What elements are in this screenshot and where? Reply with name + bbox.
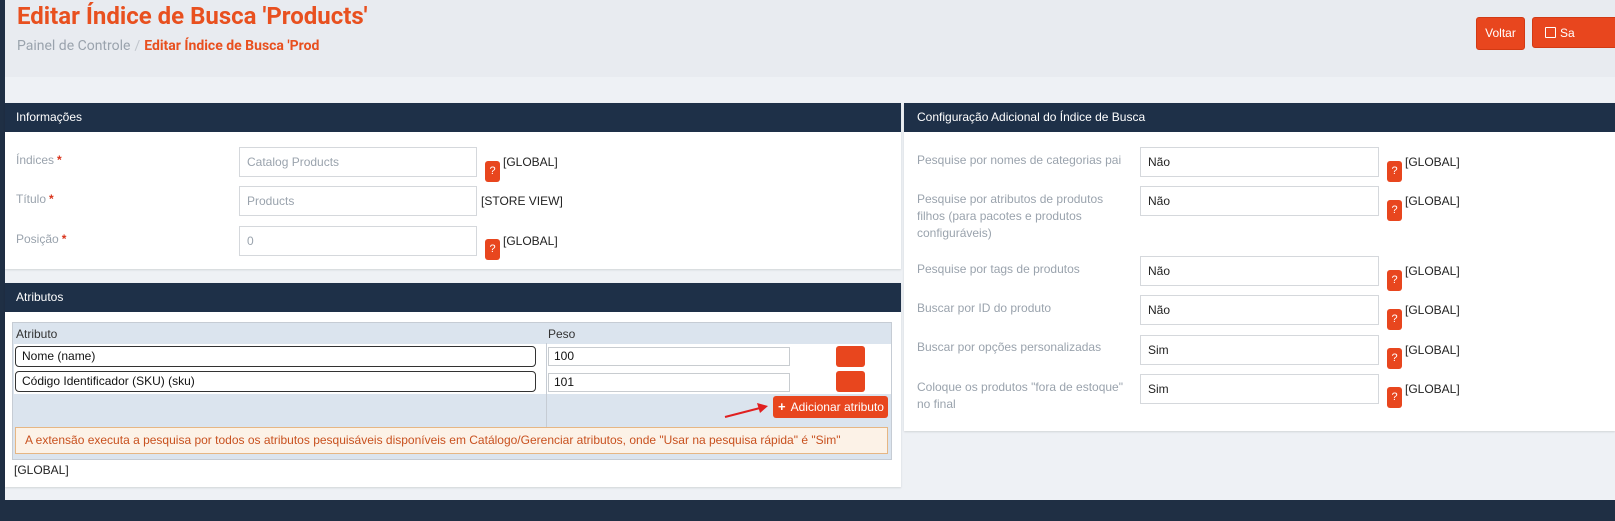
product-tags-select[interactable]: Não: [1140, 256, 1379, 286]
config-panel-title: Configuração Adicional do Índice de Busc…: [904, 103, 1615, 132]
red-arrow-annotation: [724, 403, 768, 418]
position-input[interactable]: 0: [239, 226, 477, 256]
parent-categories-scope: [GLOBAL]: [1405, 155, 1460, 169]
position-help-button[interactable]: ?: [485, 239, 500, 260]
weight-input[interactable]: 100: [548, 347, 790, 366]
title-scope: [STORE VIEW]: [481, 194, 563, 208]
back-button-label: Voltar: [1485, 26, 1516, 40]
required-marker: *: [57, 153, 62, 167]
required-marker: *: [61, 232, 67, 246]
info-notice: A extensão executa a pesquisa por todos …: [15, 427, 888, 454]
config-label-out-of-stock: Coloque os produtos "fora de estoque" no…: [917, 380, 1123, 411]
add-attribute-button[interactable]: + Adicionar atributo: [773, 396, 888, 418]
product-tags-scope: [GLOBAL]: [1405, 264, 1460, 278]
position-scope: [GLOBAL]: [503, 234, 558, 248]
config-label-child-attributes: Pesquise por atributos de produtos filho…: [917, 192, 1104, 240]
info-panel-title: Informações: [5, 103, 901, 132]
save-button-label: Sa: [1560, 26, 1575, 40]
title-input[interactable]: Products: [239, 186, 477, 216]
parent-categories-select[interactable]: Não: [1140, 147, 1379, 177]
column-divider: [546, 343, 547, 439]
out-of-stock-help-button[interactable]: ?: [1387, 387, 1402, 408]
custom-options-scope: [GLOBAL]: [1405, 343, 1460, 357]
page-title: Editar Índice de Busca 'Products': [17, 2, 368, 30]
indices-label: Índices *: [16, 153, 62, 167]
child-attributes-select[interactable]: Não: [1140, 186, 1379, 216]
child-attributes-scope: [GLOBAL]: [1405, 194, 1460, 208]
weight-input[interactable]: 101: [548, 373, 790, 392]
indices-help-button[interactable]: ?: [485, 161, 500, 182]
back-button[interactable]: Voltar: [1476, 17, 1525, 50]
product-id-help-button[interactable]: ?: [1387, 309, 1402, 330]
config-label-product-tags: Pesquise por tags de produtos: [917, 262, 1080, 276]
attribute-select[interactable]: Código Identificador (SKU) (sku): [15, 371, 536, 392]
parent-categories-help-button[interactable]: ?: [1387, 161, 1402, 182]
config-label-product-id: Buscar por ID do produto: [917, 301, 1052, 315]
product-id-scope: [GLOBAL]: [1405, 303, 1460, 317]
plus-icon: +: [778, 399, 786, 414]
indices-input[interactable]: Catalog Products: [239, 147, 477, 177]
config-label-custom-options: Buscar por opções personalizadas: [917, 340, 1102, 354]
custom-options-select[interactable]: Sim: [1140, 335, 1379, 365]
attributes-scope: [GLOBAL]: [14, 463, 69, 477]
out-of-stock-scope: [GLOBAL]: [1405, 382, 1460, 396]
config-label-parent-categories: Pesquise por nomes de categorias pai: [917, 153, 1122, 167]
save-button[interactable]: Sa: [1532, 17, 1615, 48]
indices-scope: [GLOBAL]: [503, 155, 558, 169]
remove-attribute-button[interactable]: [836, 346, 865, 367]
remove-attribute-button[interactable]: [836, 371, 865, 392]
attribute-column-header: Atributo: [16, 327, 58, 341]
product-tags-help-button[interactable]: ?: [1387, 270, 1402, 291]
breadcrumb-current: Editar Índice de Busca 'Prod: [144, 38, 320, 54]
required-marker: *: [49, 192, 54, 206]
position-label: Posição *: [16, 232, 67, 246]
footer-bar: [0, 500, 1615, 521]
add-attribute-label: Adicionar atributo: [790, 400, 884, 414]
title-label: Título *: [16, 192, 54, 206]
attributes-panel-title: Atributos: [5, 283, 901, 312]
product-id-select[interactable]: Não: [1140, 295, 1379, 325]
out-of-stock-select[interactable]: Sim: [1140, 374, 1379, 404]
weight-column-header: Peso: [548, 327, 576, 341]
attribute-select[interactable]: Nome (name): [15, 346, 536, 367]
breadcrumb: Painel de Controle / Editar Índice de Busc…: [17, 38, 319, 54]
child-attributes-help-button[interactable]: ?: [1387, 200, 1402, 221]
custom-options-help-button[interactable]: ?: [1387, 348, 1402, 369]
save-icon: [1545, 27, 1556, 38]
breadcrumb-separator: /: [134, 38, 141, 54]
breadcrumb-home-link[interactable]: Painel de Controle: [17, 38, 130, 54]
